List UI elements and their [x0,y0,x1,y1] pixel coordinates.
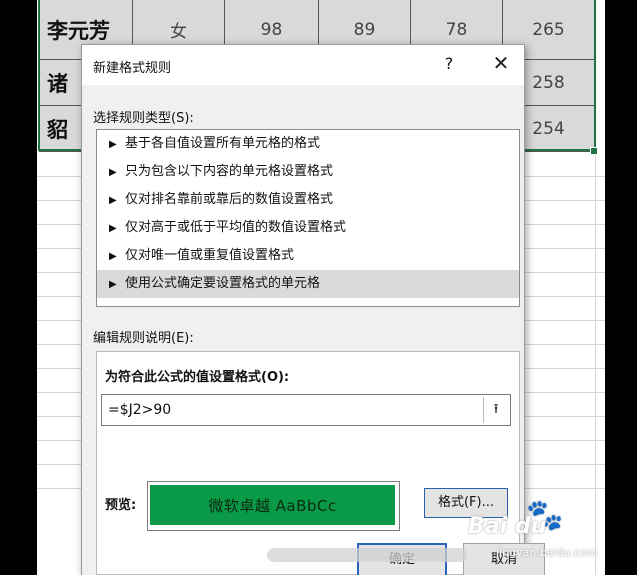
rule-type-item[interactable]: ▶ 仅对高于或低于平均值的数值设置格式 [97,214,519,242]
rule-type-item[interactable]: ▶ 仅对排名靠前或靠后的数值设置格式 [97,186,519,214]
rule-type-label: 仅对排名靠前或靠后的数值设置格式 [125,192,334,207]
rule-type-label: 使用公式确定要设置格式的单元格 [125,276,321,291]
dialog-titlebar[interactable]: 新建格式规则 ? ✕ [82,45,524,85]
rule-type-label: 仅对高于或低于平均值的数值设置格式 [125,220,347,235]
watermark-logo: Bai du [468,514,547,539]
triangle-right-icon: ▶ [109,167,117,178]
formula-input[interactable]: =$J2>90 ⭱ [101,394,511,426]
rule-type-label: 仅对唯一值或重复值设置格式 [125,248,295,263]
new-format-rule-dialog: 新建格式规则 ? ✕ 选择规则类型(S): ▶ 基于各自值设置所有单元格的格式 ▶… [81,44,545,575]
edit-rule-description-label: 编辑规则说明(E): [93,331,194,346]
preview-box: 微软卓越 AaBbCc [147,481,400,531]
rule-type-label: 只为包含以下内容的单元格设置格式 [125,164,334,179]
triangle-right-icon: ▶ [109,251,117,262]
triangle-right-icon: ▶ [109,223,117,234]
triangle-right-icon: ▶ [109,195,117,206]
preview-swatch: 微软卓越 AaBbCc [150,485,395,525]
rule-type-list[interactable]: ▶ 基于各自值设置所有单元格的格式 ▶ 只为包含以下内容的单元格设置格式 ▶ 仅对排名… [96,129,520,307]
help-button[interactable]: ? [438,53,460,75]
select-rule-type-label: 选择规则类型(S): [93,111,194,126]
rule-type-item-selected[interactable]: ▶ 使用公式确定要设置格式的单元格 [97,270,519,298]
close-icon[interactable]: ✕ [488,51,514,77]
baidu-watermark: 🐾 Bai du jingyan.baidu.com [458,498,606,570]
rule-type-label: 基于各自值设置所有单元格的格式 [125,136,321,151]
fill-handle[interactable] [590,147,598,155]
collapse-dialog-icon[interactable]: ⭱ [483,397,508,423]
preview-label: 预览: [105,498,137,513]
rule-description-panel: 为符合此公式的值设置格式(O): =$J2>90 ⭱ 预览: 微软卓越 AaBb… [96,351,520,575]
triangle-right-icon: ▶ [109,139,117,150]
rule-type-item[interactable]: ▶ 只为包含以下内容的单元格设置格式 [97,158,519,186]
dialog-title: 新建格式规则 [93,61,172,76]
rule-type-item[interactable]: ▶ 基于各自值设置所有单元格的格式 [97,130,519,158]
triangle-right-icon: ▶ [109,279,117,290]
screen-frame: 李元芳 女 98 89 78 265 诸 258 貂 254 新建格式规则 ? … [37,0,605,575]
formula-value: =$J2>90 [108,402,172,418]
formula-label: 为符合此公式的值设置格式(O): [105,370,290,385]
watermark-url: jingyan.baidu.com [496,546,598,559]
video-overlay-bar [267,548,467,562]
rule-type-item[interactable]: ▶ 仅对唯一值或重复值设置格式 [97,242,519,270]
